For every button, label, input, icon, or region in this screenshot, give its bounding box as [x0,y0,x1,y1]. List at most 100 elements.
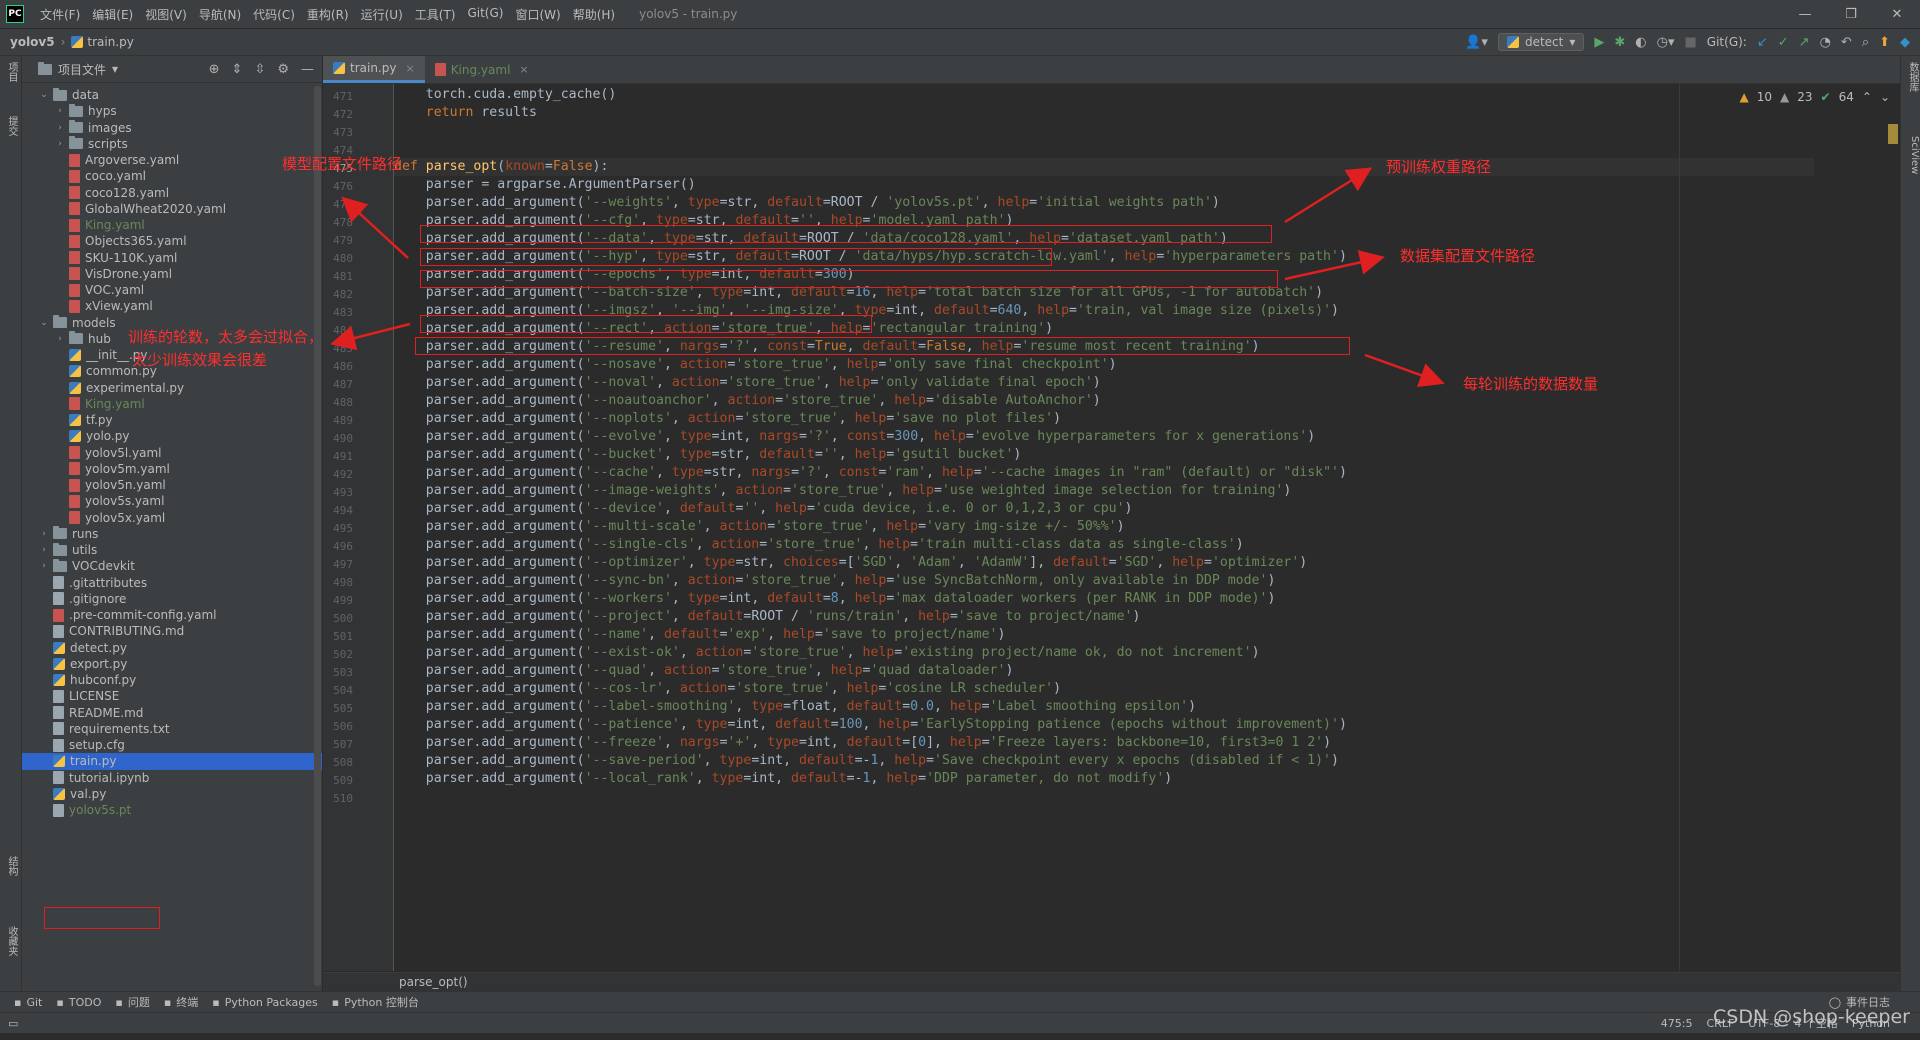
bottom-tool-button[interactable]: ▪ TODO [56,994,101,1010]
tree-item[interactable]: yolov5l.yaml [22,445,322,461]
sciview-tool-tab[interactable]: SciView [1903,136,1920,174]
tree-item[interactable]: yolov5n.yaml [22,477,322,493]
favorites-tool-tab[interactable]: 收藏夹 [2,926,19,956]
tree-item[interactable]: › utils [22,542,322,558]
restore-button[interactable]: ❐ [1828,0,1874,28]
git-update-icon[interactable]: ↙ [1757,35,1768,50]
tree-item[interactable]: val.py [22,786,322,802]
editor-scrollbar-thumb[interactable] [1888,124,1898,144]
inspection-widget[interactable]: ▲ 10 ▲ 23 ✔ 64 ⌃ ⌄ [1740,90,1891,104]
menu-item[interactable]: Git(G) [461,6,509,23]
git-push-icon[interactable]: ↗ [1799,35,1810,50]
run-config-select[interactable]: detect ▾ [1497,33,1585,51]
bottom-tool-button[interactable]: ▪ Python Packages [212,994,317,1010]
bottom-tool-button[interactable]: ▪ 终端 [164,994,198,1010]
editor-tab[interactable]: train.py × [323,56,425,83]
tree-item[interactable]: › VOCdevkit [22,558,322,574]
tree-item[interactable]: › scripts [22,136,322,152]
tree-item[interactable]: Argoverse.yaml [22,152,322,168]
chevron-right-icon[interactable]: › [54,106,66,116]
locate-icon[interactable]: ⊕ [209,62,220,77]
tree-item[interactable]: xView.yaml [22,298,322,314]
tree-item[interactable]: VOC.yaml [22,282,322,298]
tree-item[interactable]: SKU-110K.yaml [22,250,322,266]
tree-item[interactable]: train.py [22,753,322,770]
tree-item[interactable]: yolo.py [22,428,322,444]
tree-item[interactable]: tf.py [22,412,322,428]
structure-tool-tab[interactable]: 结构 [2,856,19,876]
tree-item[interactable]: export.py [22,656,322,672]
caret-position[interactable]: 475:5 [1661,1017,1693,1030]
tree-item[interactable]: › hyps [22,103,322,119]
project-view-select[interactable]: 项目文件 ▾ [38,61,118,78]
tree-item[interactable]: tutorial.ipynb [22,770,322,786]
tree-item[interactable]: experimental.py [22,380,322,396]
tree-item[interactable]: hubconf.py [22,672,322,688]
rollback-icon[interactable]: ↶ [1841,35,1852,50]
menu-item[interactable]: 帮助(H) [567,6,621,23]
project-tree-scrollbar[interactable] [314,86,321,986]
tree-item[interactable]: › runs [22,526,322,542]
tree-item[interactable]: detect.py [22,640,322,656]
chevron-down-icon[interactable]: ⌄ [38,318,50,328]
menu-item[interactable]: 文件(F) [34,6,86,23]
chevron-right-icon[interactable]: › [38,545,50,555]
bottom-tool-button[interactable]: ▪ Python 控制台 [332,994,419,1010]
chevron-right-icon[interactable]: › [38,529,50,539]
chevron-down-icon[interactable]: ⌄ [38,90,50,100]
tree-item[interactable]: Objects365.yaml [22,233,322,249]
debug-icon[interactable]: ✱ [1614,35,1625,50]
chevron-right-icon[interactable]: › [54,334,66,344]
menu-item[interactable]: 工具(T) [409,6,462,23]
tree-item[interactable]: yolov5s.pt [22,802,322,818]
breadcrumb-project[interactable]: yolov5 [10,35,55,49]
tree-item[interactable]: coco.yaml [22,168,322,184]
breadcrumb-file[interactable]: train.py [71,35,134,49]
close-icon[interactable]: × [405,62,414,75]
plugin-icon[interactable]: ◆ [1900,35,1910,50]
bottom-tool-button[interactable]: ▪ 问题 [115,994,149,1010]
editor-breadcrumb-function[interactable]: parse_opt() [399,975,468,989]
close-icon[interactable]: × [519,63,528,76]
tree-item[interactable]: yolov5m.yaml [22,461,322,477]
minimize-button[interactable]: — [1782,0,1828,28]
menu-item[interactable]: 编辑(E) [86,6,139,23]
menu-item[interactable]: 窗口(W) [509,6,566,23]
status-toggle-icon[interactable]: ▭ [8,1017,18,1030]
search-icon[interactable]: ⌕ [1862,35,1869,50]
database-tool-tab[interactable]: 数据库 [1903,62,1920,92]
bottom-tool-button[interactable]: ▪ Git [14,994,42,1010]
coverage-icon[interactable]: ◐ [1635,35,1646,50]
tree-item[interactable]: CONTRIBUTING.md [22,623,322,639]
tree-item[interactable]: LICENSE [22,688,322,704]
tree-item[interactable]: .pre-commit-config.yaml [22,607,322,623]
chevron-right-icon[interactable]: › [54,139,66,149]
chevron-down-icon[interactable]: ⌄ [1880,90,1890,104]
menu-item[interactable]: 运行(U) [355,6,409,23]
tree-item[interactable]: yolov5s.yaml [22,493,322,509]
chevron-up-icon[interactable]: ⌃ [1862,90,1872,104]
tree-item[interactable]: .gitignore [22,591,322,607]
code-area[interactable]: torch.cuda.empty_cache() return results d… [394,84,1814,971]
menu-item[interactable]: 代码(C) [247,6,301,23]
tree-item[interactable]: › images [22,120,322,136]
tree-item[interactable]: King.yaml [22,396,322,412]
menu-item[interactable]: 导航(N) [193,6,247,23]
history-icon[interactable]: ◔ [1820,35,1831,50]
menu-item[interactable]: 重构(R) [301,6,355,23]
editor-tab[interactable]: King.yaml × [425,56,539,83]
git-commit-icon[interactable]: ✓ [1778,35,1789,50]
tree-item[interactable]: yolov5x.yaml [22,510,322,526]
close-button[interactable]: ✕ [1874,0,1920,28]
tree-item[interactable]: coco128.yaml [22,185,322,201]
tree-item[interactable]: King.yaml [22,217,322,233]
tree-item[interactable]: setup.cfg [22,737,322,753]
stop-icon[interactable]: ■ [1685,35,1697,50]
tree-item[interactable]: GlobalWheat2020.yaml [22,201,322,217]
hide-icon[interactable]: — [301,62,314,77]
tree-item[interactable]: ⌄ data [22,87,322,103]
tree-item[interactable]: VisDrone.yaml [22,266,322,282]
tree-item[interactable]: requirements.txt [22,721,322,737]
code-editor[interactable]: 471 472 473 474 475 476 477 478 479 480 481 482 483 4… [323,84,1900,971]
profile-icon[interactable]: ◷▾ [1657,35,1675,50]
